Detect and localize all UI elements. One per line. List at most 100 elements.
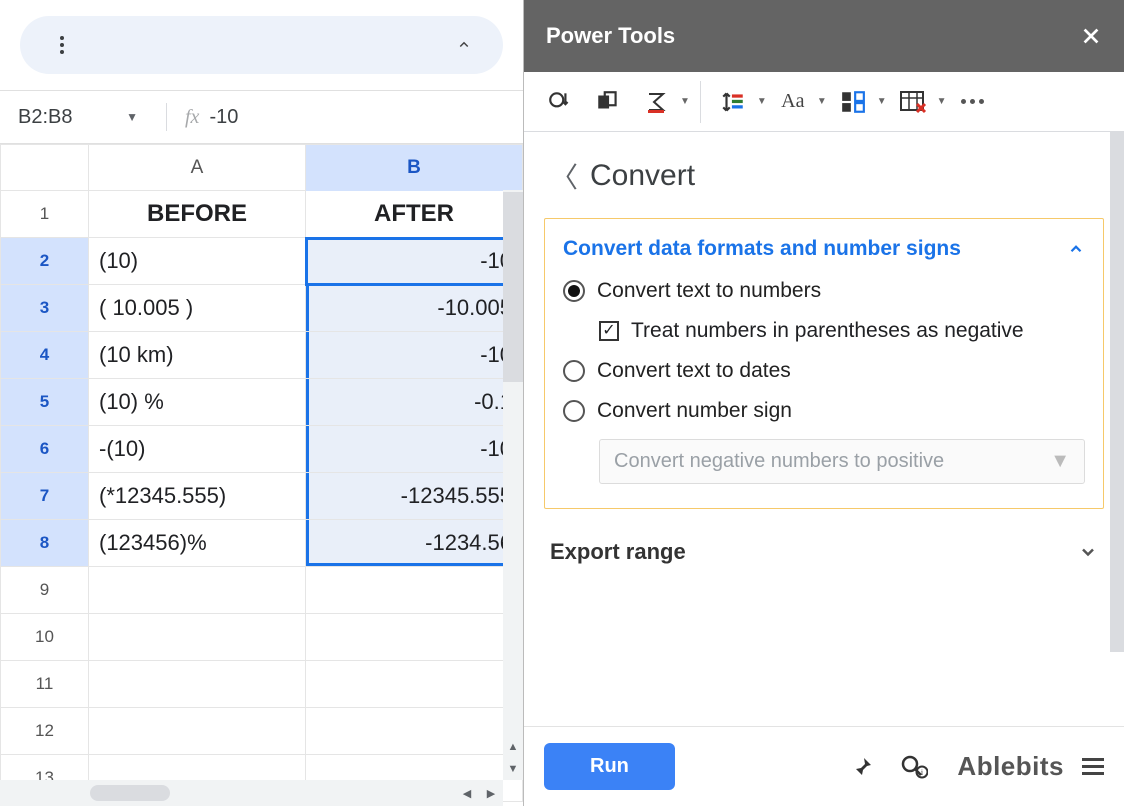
chevron-down-icon[interactable]: ▼	[680, 96, 690, 107]
cell[interactable]: (10) %	[89, 379, 306, 426]
brand-label: Ablebits	[957, 751, 1064, 782]
chevron-down-icon[interactable]: ▼	[757, 96, 767, 107]
panel-toolbar: ▼ ▼ Aa ▼ ▼ ▼	[524, 72, 1124, 132]
cell[interactable]: ( 10.005 )	[89, 285, 306, 332]
panel-title: Power Tools	[546, 23, 675, 49]
chevron-down-icon[interactable]	[1078, 542, 1098, 562]
more-icon[interactable]	[60, 36, 64, 54]
cell[interactable]	[89, 567, 306, 614]
scroll-left-icon[interactable]: ◀	[455, 780, 479, 806]
pin-icon[interactable]	[845, 750, 879, 784]
back-icon[interactable]: 〈	[550, 156, 578, 196]
number-sign-dropdown[interactable]: Convert negative numbers to positive ▼	[599, 439, 1085, 484]
option-label: Treat numbers in parentheses as negative	[631, 319, 1024, 343]
row-header[interactable]: 11	[1, 661, 89, 708]
cell[interactable]: -(10)	[89, 426, 306, 473]
sort-icon[interactable]	[711, 80, 755, 124]
col-header-A[interactable]: A	[89, 145, 306, 191]
row-header[interactable]: 3	[1, 285, 89, 332]
row-header[interactable]: 5	[1, 379, 89, 426]
option-parentheses-negative[interactable]: ✓ Treat numbers in parentheses as negati…	[599, 319, 1085, 343]
name-box[interactable]: B2:B8 ▼	[18, 106, 148, 129]
formula-bar-value[interactable]: -10	[209, 106, 238, 129]
help-icon[interactable]: i	[897, 750, 931, 784]
cell[interactable]: (10 km)	[89, 332, 306, 379]
chevron-down-icon[interactable]: ▼	[937, 96, 947, 107]
row-header[interactable]: 2	[1, 238, 89, 285]
cell[interactable]	[89, 661, 306, 708]
scroll-up-icon[interactable]: ▲	[503, 736, 523, 758]
cell[interactable]: -10.005	[306, 285, 523, 332]
more-icon[interactable]	[951, 80, 995, 124]
split-icon[interactable]	[831, 80, 875, 124]
cell[interactable]: -10	[306, 332, 523, 379]
scrollbar-thumb[interactable]	[1110, 132, 1124, 652]
row-header[interactable]: 8	[1, 520, 89, 567]
horizontal-scrollbar[interactable]: ◀ ▶	[0, 780, 503, 806]
radio-icon[interactable]	[563, 280, 585, 302]
cell[interactable]: -1234.56	[306, 520, 523, 567]
dedupe-icon[interactable]	[538, 80, 582, 124]
cell[interactable]: -0.1	[306, 379, 523, 426]
radio-icon[interactable]	[563, 400, 585, 422]
cell[interactable]: AFTER	[306, 191, 523, 238]
option-label: Convert text to numbers	[597, 279, 821, 303]
scroll-down-icon[interactable]: ▼	[503, 758, 523, 780]
cell[interactable]: (10)	[89, 238, 306, 285]
col-header-B[interactable]: B	[306, 145, 523, 191]
row-header[interactable]: 6	[1, 426, 89, 473]
sum-icon[interactable]	[634, 80, 678, 124]
chevron-down-icon: ▼	[1050, 450, 1070, 473]
scroll-right-icon[interactable]: ▶	[479, 780, 503, 806]
cell[interactable]	[89, 614, 306, 661]
divider	[166, 103, 167, 131]
cell[interactable]: -12345.555	[306, 473, 523, 520]
row-header[interactable]: 4	[1, 332, 89, 379]
svg-text:i: i	[921, 768, 924, 777]
cell[interactable]: -10	[306, 426, 523, 473]
chevron-down-icon[interactable]: ▼	[817, 96, 827, 107]
export-range-section[interactable]: Export range	[544, 525, 1104, 579]
checkbox-icon[interactable]: ✓	[599, 321, 619, 341]
chevron-up-icon[interactable]	[455, 36, 473, 54]
scrollbar-thumb[interactable]	[90, 785, 170, 801]
cell[interactable]: BEFORE	[89, 191, 306, 238]
clear-icon[interactable]	[891, 80, 935, 124]
vertical-scrollbar[interactable]: ▲ ▼	[503, 190, 523, 780]
row-header[interactable]: 10	[1, 614, 89, 661]
option-label: Convert number sign	[597, 399, 792, 423]
active-cell[interactable]: -10	[306, 238, 523, 285]
row-header[interactable]: 7	[1, 473, 89, 520]
select-all-corner[interactable]	[1, 145, 89, 191]
cell[interactable]	[306, 614, 523, 661]
section-title: Export range	[550, 539, 686, 565]
cell[interactable]	[306, 661, 523, 708]
compare-sheets-icon[interactable]	[586, 80, 630, 124]
option-text-to-dates[interactable]: Convert text to dates	[563, 359, 1085, 383]
run-button[interactable]: Run	[544, 743, 675, 790]
row-header[interactable]: 9	[1, 567, 89, 614]
chevron-up-icon[interactable]	[1067, 240, 1085, 258]
radio-icon[interactable]	[563, 360, 585, 382]
convert-formats-section: Convert data formats and number signs Co…	[544, 218, 1104, 509]
cell[interactable]: (123456)%	[89, 520, 306, 567]
cell[interactable]	[89, 708, 306, 755]
text-case-icon[interactable]: Aa	[771, 80, 815, 124]
cell[interactable]: (*12345.555)	[89, 473, 306, 520]
cell[interactable]	[306, 567, 523, 614]
row-header[interactable]: 12	[1, 708, 89, 755]
breadcrumb-title: Convert	[590, 159, 695, 193]
scrollbar-thumb[interactable]	[503, 192, 523, 382]
chevron-down-icon[interactable]: ▼	[126, 110, 138, 124]
section-header[interactable]: Convert data formats and number signs	[563, 237, 1085, 261]
toolbar-pill[interactable]	[20, 16, 503, 74]
cell[interactable]	[306, 708, 523, 755]
spreadsheet-grid[interactable]: A B 1 BEFORE AFTER 2 (10) -10 3 ( 10.005…	[0, 144, 523, 802]
menu-icon[interactable]	[1082, 758, 1104, 775]
option-number-sign[interactable]: Convert number sign	[563, 399, 1085, 423]
chevron-down-icon[interactable]: ▼	[877, 96, 887, 107]
fx-icon: fx	[185, 106, 199, 129]
close-icon[interactable]	[1080, 25, 1102, 47]
option-text-to-numbers[interactable]: Convert text to numbers	[563, 279, 1085, 303]
row-header[interactable]: 1	[1, 191, 89, 238]
